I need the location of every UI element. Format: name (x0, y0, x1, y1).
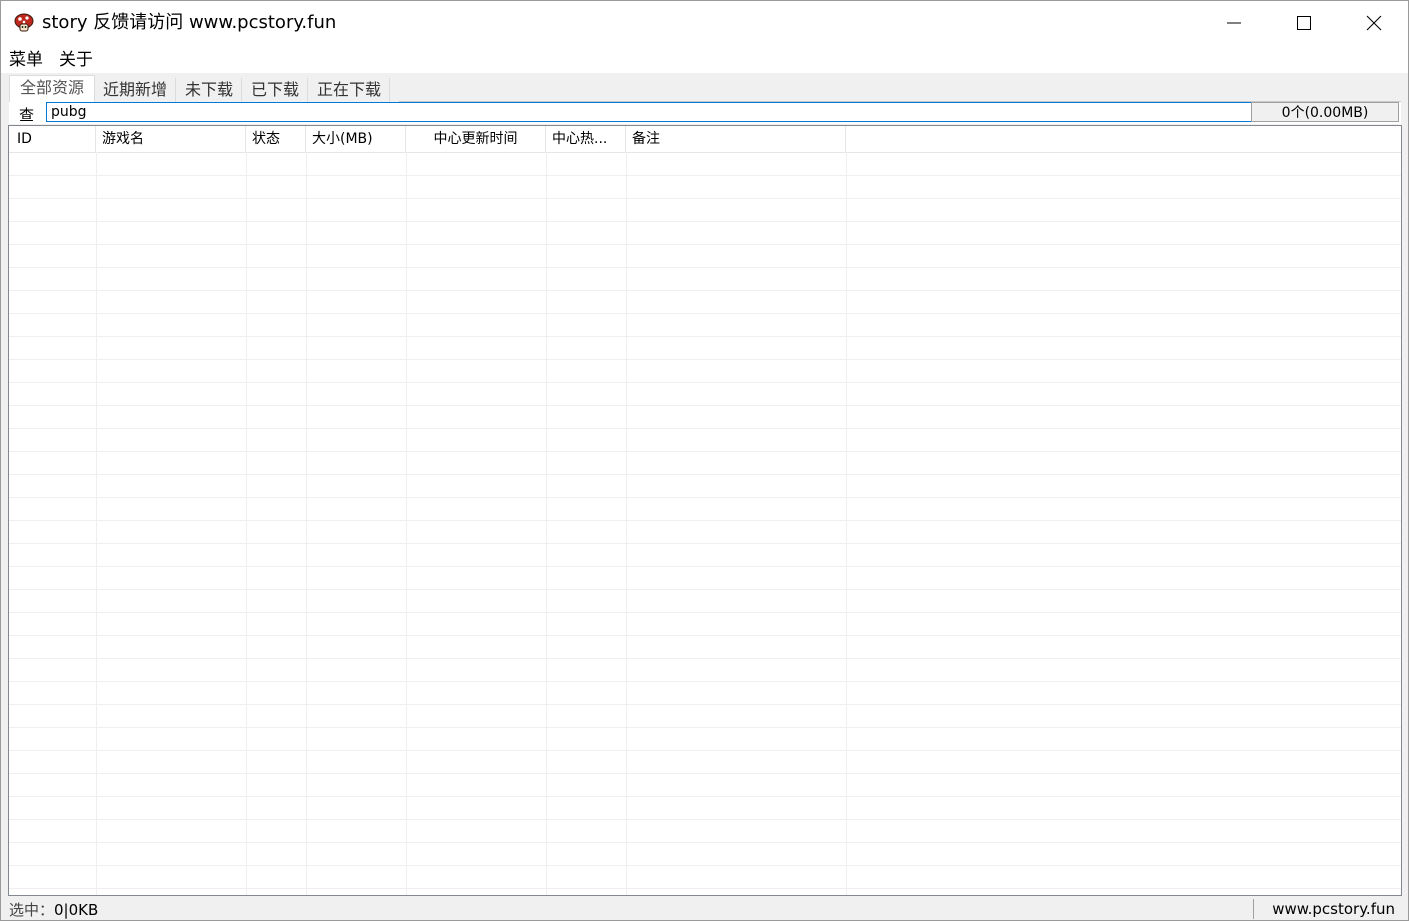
tab-downloading[interactable]: 正在下载 (309, 78, 390, 102)
grid-row-line (9, 704, 1401, 705)
grid-row-line (9, 198, 1401, 199)
column-header-size[interactable]: 大小(MB) (306, 126, 406, 152)
grid-row-line (9, 451, 1401, 452)
column-header-id[interactable]: ID (9, 126, 96, 152)
grid-row-line (9, 313, 1401, 314)
search-input[interactable] (46, 102, 1253, 122)
menu-item-menu[interactable]: 菜单 (9, 49, 43, 71)
grid-row-line (9, 842, 1401, 843)
grid-row-line (9, 589, 1401, 590)
grid-row-line (9, 635, 1401, 636)
grid-row-line (9, 727, 1401, 728)
tab-all-resources[interactable]: 全部资源 (9, 75, 95, 104)
tab-downloaded[interactable]: 已下载 (243, 78, 308, 102)
grid-row-line (9, 267, 1401, 268)
minimize-icon (1227, 22, 1241, 24)
grid-row-line (9, 244, 1401, 245)
grid-row-line (9, 497, 1401, 498)
selection-label: 选中： (9, 901, 55, 919)
status-bar: 选中：0|0KB www.pcstory.fun (1, 897, 1408, 920)
website-label: www.pcstory.fun (1253, 899, 1401, 919)
tab-not-downloaded[interactable]: 未下载 (177, 78, 242, 102)
selection-value: 0|0KB (54, 901, 99, 919)
list-header: ID 游戏名 状态 大小(MB) 中心更新时间 中心热... 备注 (9, 126, 1401, 153)
grid-row-line (9, 382, 1401, 383)
grid-row-line (9, 175, 1401, 176)
column-header-popularity[interactable]: 中心热... (546, 126, 626, 152)
menu-item-about[interactable]: 关于 (59, 49, 93, 71)
title-bar[interactable]: story 反馈请访问 www.pcstory.fun (1, 1, 1408, 45)
grid-row-line (9, 612, 1401, 613)
tab-recently-added[interactable]: 近期新增 (95, 78, 176, 102)
grid-row-line (9, 428, 1401, 429)
search-label: 查 (19, 106, 35, 124)
resource-list[interactable]: ID 游戏名 状态 大小(MB) 中心更新时间 中心热... 备注 (8, 125, 1402, 896)
grid-row-line (9, 221, 1401, 222)
column-header-update-time[interactable]: 中心更新时间 (406, 126, 546, 152)
grid-row-line (9, 336, 1401, 337)
grid-row-line (9, 773, 1401, 774)
grid-row-line (9, 474, 1401, 475)
grid-row-line (9, 405, 1401, 406)
window-title: story 反馈请访问 www.pcstory.fun (42, 12, 337, 33)
maximize-button[interactable] (1269, 1, 1339, 45)
selection-status: 选中：0|0KB (9, 900, 98, 920)
grid-column-line (406, 152, 407, 895)
mushroom-app-icon (14, 13, 34, 33)
close-button[interactable] (1339, 1, 1408, 45)
grid-row-line (9, 819, 1401, 820)
grid-row-line (9, 566, 1401, 567)
close-icon (1366, 15, 1382, 31)
grid-row-line (9, 681, 1401, 682)
app-window: story 反馈请访问 www.pcstory.fun 菜单 关于 全部资源 近… (0, 0, 1409, 921)
search-row: 查 0个(0.00MB) (9, 102, 1401, 124)
grid-row-line (9, 888, 1401, 889)
result-count: 0个(0.00MB) (1251, 102, 1399, 122)
maximize-icon (1297, 16, 1311, 30)
grid-row-line (9, 750, 1401, 751)
tab-strip: 全部资源 近期新增 未下载 已下载 正在下载 (1, 73, 1408, 104)
grid-column-line (846, 152, 847, 895)
minimize-button[interactable] (1199, 1, 1269, 45)
grid-column-line (246, 152, 247, 895)
column-header-game-name[interactable]: 游戏名 (96, 126, 246, 152)
column-header-notes[interactable]: 备注 (626, 126, 846, 152)
grid-column-line (306, 152, 307, 895)
grid-row-line (9, 290, 1401, 291)
grid-row-line (9, 359, 1401, 360)
grid-row-line (9, 520, 1401, 521)
grid-row-line (9, 658, 1401, 659)
column-header-status[interactable]: 状态 (246, 126, 306, 152)
grid-column-line (96, 152, 97, 895)
menu-bar: 菜单 关于 (1, 45, 1408, 73)
grid-row-line (9, 796, 1401, 797)
grid-column-line (626, 152, 627, 895)
grid-row-line (9, 865, 1401, 866)
grid-row-line (9, 543, 1401, 544)
grid-column-line (546, 152, 547, 895)
